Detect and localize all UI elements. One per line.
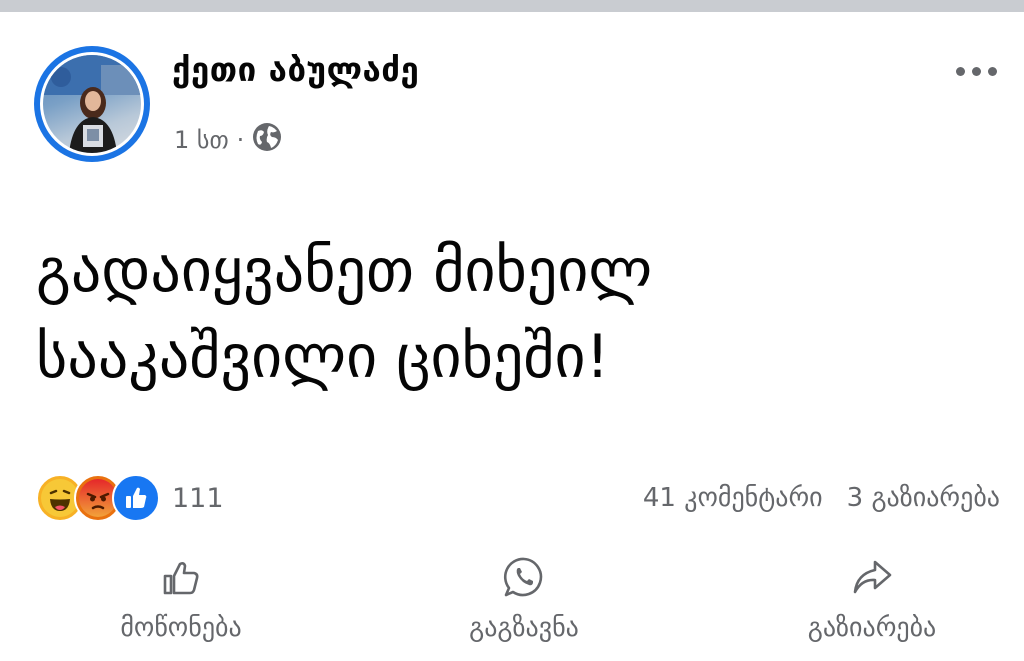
dot-icon xyxy=(955,66,965,76)
thumbs-up-icon xyxy=(160,555,202,599)
send-button[interactable]: გაგზავნა xyxy=(443,555,605,643)
author-name[interactable]: ქეთი აბულაძე xyxy=(172,50,419,89)
globe-icon xyxy=(252,122,282,158)
dot-icon xyxy=(987,66,997,76)
reaction-count[interactable]: 111 xyxy=(172,483,224,514)
top-divider xyxy=(0,0,1024,12)
shares-count[interactable]: 3 გაზიარება xyxy=(847,483,1000,513)
profile-photo xyxy=(43,55,141,153)
share-button[interactable]: გაზიარება xyxy=(768,555,976,643)
comments-count[interactable]: 41 კომენტარი xyxy=(643,483,823,513)
reactions-summary[interactable]: 111 xyxy=(36,474,224,522)
action-bar: მოწონება გაგზავნა გაზიარება xyxy=(0,555,1024,661)
avatar[interactable] xyxy=(34,46,150,162)
like-label: მოწონება xyxy=(120,613,242,643)
post-stats: 41 კომენტარი 3 გაზიარება xyxy=(643,476,1000,520)
meta-separator: · xyxy=(236,126,245,154)
post-text-line: სააკაშვილი ციხეში! xyxy=(36,322,610,392)
like-icon xyxy=(112,474,160,522)
dot-icon xyxy=(971,66,981,76)
share-arrow-icon xyxy=(850,555,894,599)
send-label: გაგზავნა xyxy=(469,613,579,643)
like-button[interactable]: მოწონება xyxy=(84,555,278,643)
post-meta: 1 სთ · xyxy=(174,122,282,158)
whatsapp-icon xyxy=(502,555,546,599)
post-text-line: გადაიყვანეთ მიხეილ xyxy=(36,236,653,306)
post-time[interactable]: 1 სთ xyxy=(174,126,229,154)
more-options-button[interactable] xyxy=(946,54,1006,88)
share-label: გაზიარება xyxy=(807,613,937,643)
post-text: გადაიყვანეთ მიხეილ სააკაშვილი ციხეში! xyxy=(36,228,996,400)
